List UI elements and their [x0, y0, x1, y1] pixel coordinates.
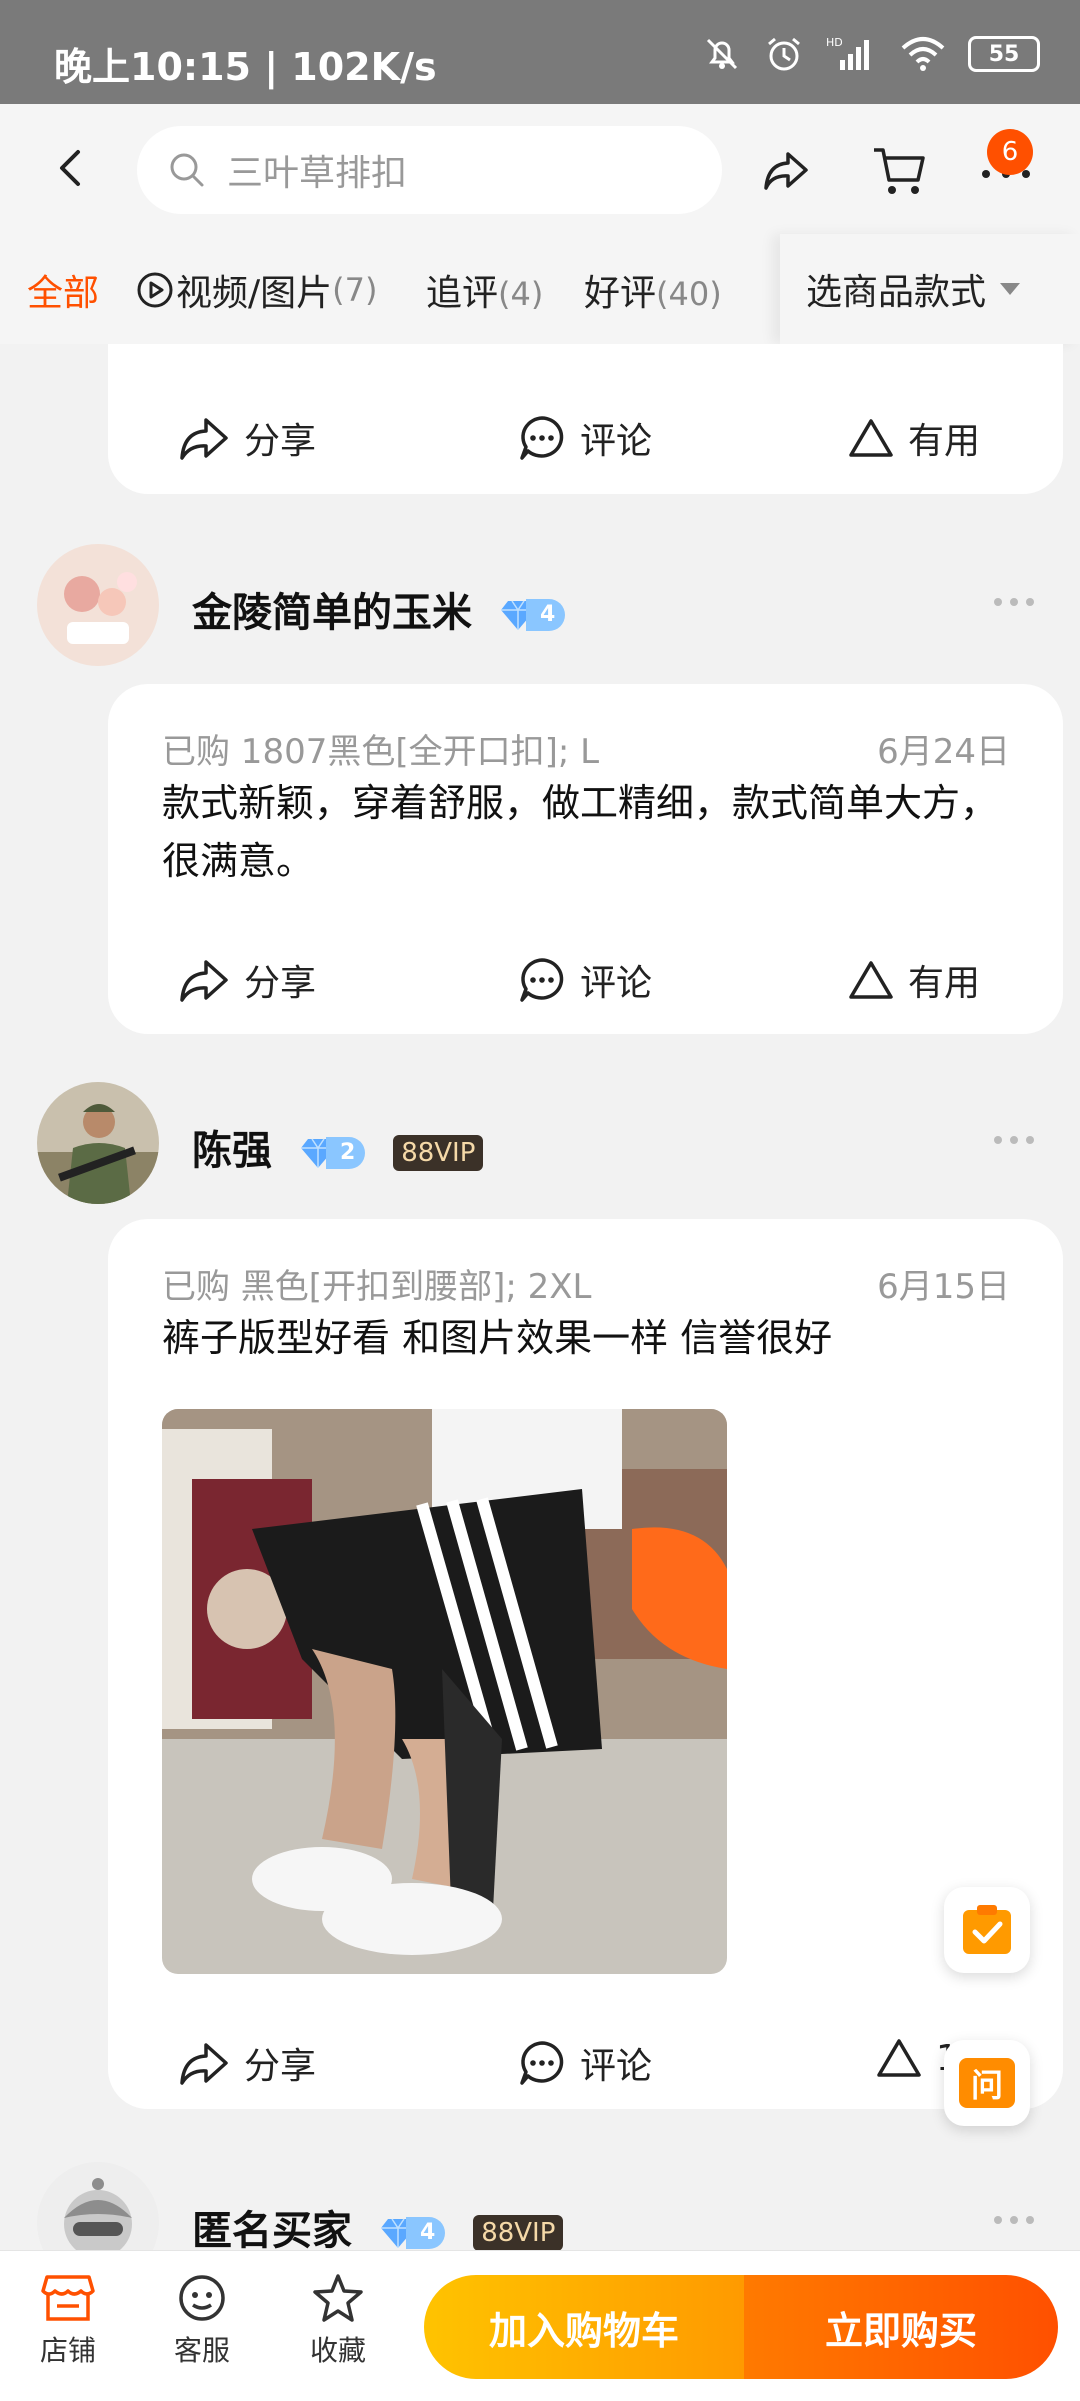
tab-positive[interactable]: 好评(40)	[584, 264, 722, 316]
battery-icon: 55	[968, 36, 1040, 72]
share-button[interactable]: 分享	[178, 412, 316, 464]
username[interactable]: 陈强 2 88VIP	[192, 1118, 484, 1176]
comment-icon	[520, 958, 564, 1002]
review-list[interactable]: 分享 评论 有用 金陵简单的玉米 4 已购 1807黑色[全开口扣]; L 6月…	[0, 344, 1080, 2250]
share-icon	[180, 960, 228, 1002]
more-options-icon[interactable]	[994, 1136, 1034, 1144]
signal-hd-icon: HD	[826, 36, 869, 70]
status-time: 晚上10:15 | 102K/s	[54, 45, 437, 89]
back-arrow-icon[interactable]	[46, 142, 98, 194]
cart-count-badge: 6	[987, 129, 1033, 175]
tab-follow-up[interactable]: 追评(4)	[426, 264, 543, 316]
avatar[interactable]	[37, 2162, 159, 2250]
customer-service-button[interactable]: 客服	[152, 2273, 252, 2369]
favorite-button[interactable]: 收藏	[288, 2273, 388, 2369]
review-card-previous: 分享 评论 有用	[108, 344, 1063, 494]
alarm-icon	[768, 37, 800, 71]
share-icon[interactable]	[758, 142, 814, 198]
floating-ask-button[interactable]: 问	[944, 2040, 1030, 2126]
review-user-row: 匿名买家 4 88VIP	[0, 2162, 1080, 2250]
top-bar: 三叶草排扣 6	[0, 104, 1080, 234]
useful-triangle-icon	[849, 419, 893, 457]
review-date: 6月24日	[877, 732, 1010, 772]
review-user-row: 陈强 2 88VIP	[0, 1082, 1080, 1212]
comment-button[interactable]: 评论	[518, 2037, 652, 2089]
search-placeholder: 三叶草排扣	[227, 153, 408, 194]
add-to-cart-button[interactable]: 加入购物车	[424, 2275, 744, 2379]
filter-tabs: 全部 视频/图片 (7) 追评(4) 好评(40) 选商品款式	[0, 234, 1080, 344]
style-filter-dropdown[interactable]: 选商品款式	[780, 234, 1080, 344]
shop-button[interactable]: 店铺	[18, 2273, 118, 2369]
avatar[interactable]	[37, 544, 159, 666]
status-bar: 晚上10:15 | 102K/s HD 55	[0, 0, 1080, 104]
share-button[interactable]: 分享	[178, 2037, 316, 2089]
level-badge: 4	[380, 2217, 446, 2249]
search-icon	[170, 153, 204, 187]
shop-icon	[41, 2275, 95, 2321]
chevron-down-icon	[1000, 283, 1021, 295]
useful-triangle-icon	[849, 961, 893, 999]
checklist-icon	[963, 1905, 1011, 1954]
review-date: 6月15日	[877, 1267, 1010, 1307]
share-button[interactable]: 分享	[178, 954, 316, 1006]
review-actions: 分享 评论 有用	[108, 936, 1063, 1016]
comment-icon	[520, 2041, 564, 2085]
vip-badge: 88VIP	[473, 2215, 564, 2250]
bell-off-icon	[706, 38, 738, 70]
share-icon	[180, 418, 228, 460]
buy-now-button[interactable]: 立即购买	[744, 2275, 1058, 2379]
service-smile-icon	[179, 2275, 225, 2321]
floating-checklist-button[interactable]	[944, 1887, 1030, 1973]
review-text: 款式新颖，穿着舒服，做工精细，款式简单大方，很满意。	[162, 781, 999, 883]
svg-text:HD: HD	[826, 36, 843, 49]
review-text: 裤子版型好看 和图片效果一样 信誉很好	[162, 1316, 833, 1360]
more-options-icon[interactable]	[994, 598, 1034, 606]
comment-button[interactable]: 评论	[518, 954, 652, 1006]
search-input[interactable]: 三叶草排扣	[137, 126, 722, 214]
vip-badge: 88VIP	[393, 1135, 484, 1171]
purchase-info: 已购 黑色[开扣到腰部]; 2XL 6月15日	[162, 1259, 1010, 1308]
review-user-row: 金陵简单的玉米 4	[0, 544, 1080, 674]
level-badge: 4	[500, 599, 566, 631]
review-photo[interactable]	[162, 1409, 727, 1974]
review-actions: 分享 评论 1	[108, 2019, 1063, 2099]
useful-triangle-icon	[877, 2039, 921, 2077]
cart-icon[interactable]	[870, 140, 930, 200]
ask-icon: 问	[959, 2058, 1015, 2108]
review-actions: 分享 评论 有用	[108, 394, 1063, 474]
useful-button[interactable]: 有用	[848, 412, 980, 464]
purchase-info: 已购 1807黑色[全开口扣]; L 6月24日	[162, 724, 1010, 773]
status-icons: HD 55	[702, 30, 1040, 78]
useful-button[interactable]: 有用	[848, 954, 980, 1006]
tab-video-photo[interactable]: 视频/图片 (7)	[136, 264, 377, 316]
share-icon	[180, 2043, 228, 2085]
level-badge: 2	[300, 1137, 366, 1169]
more-options-icon[interactable]	[994, 2216, 1034, 2224]
review-card: 已购 1807黑色[全开口扣]; L 6月24日 款式新颖，穿着舒服，做工精细，…	[108, 684, 1063, 1034]
comment-icon	[520, 416, 564, 460]
comment-button[interactable]: 评论	[518, 412, 652, 464]
play-circle-icon	[137, 272, 173, 308]
username[interactable]: 匿名买家 4 88VIP	[192, 2198, 564, 2250]
bottom-action-bar: 店铺 客服 收藏 加入购物车 立即购买	[0, 2250, 1080, 2401]
username[interactable]: 金陵简单的玉米 4	[192, 580, 566, 638]
tab-all[interactable]: 全部	[27, 264, 99, 316]
star-icon	[313, 2274, 363, 2322]
wifi-icon	[901, 37, 945, 71]
avatar[interactable]	[37, 1082, 159, 1204]
review-card: 已购 黑色[开扣到腰部]; 2XL 6月15日 裤子版型好看 和图片效果一样 信…	[108, 1219, 1063, 2109]
